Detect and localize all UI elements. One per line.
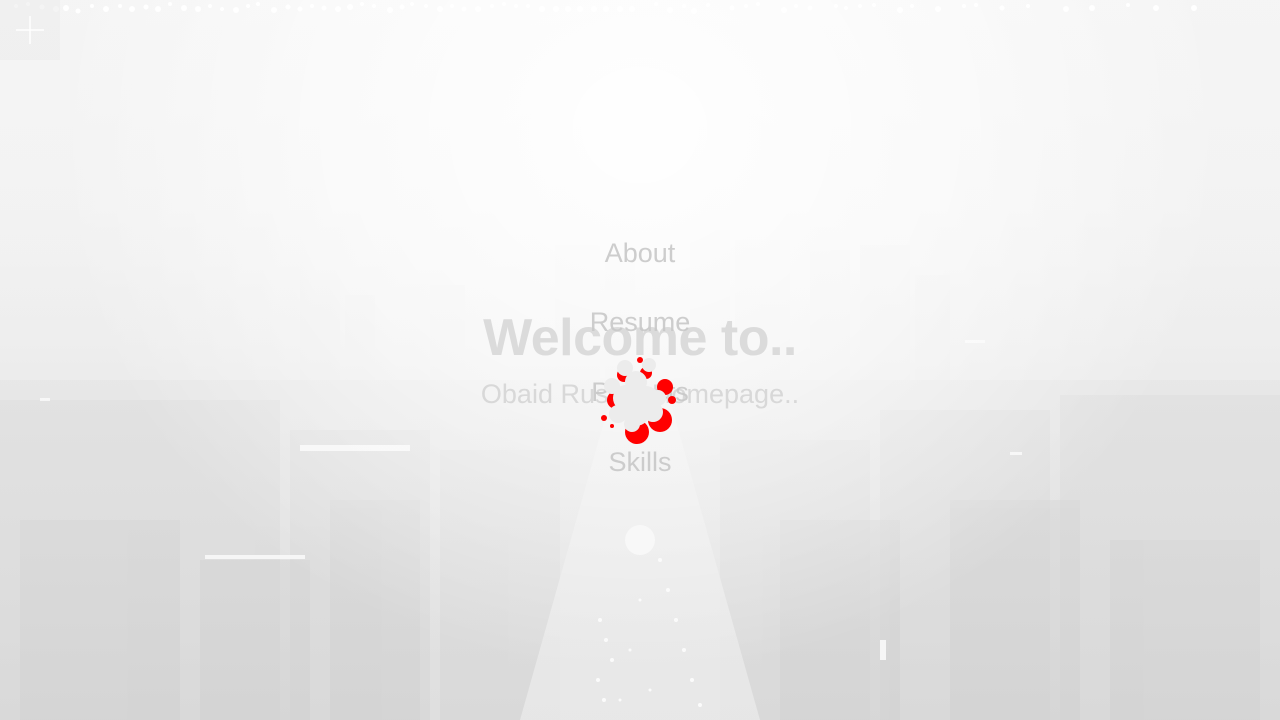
nav-item-about[interactable]: About [540,238,740,269]
snowflake-icon [14,2,1197,14]
menu-toggle-button[interactable] [0,0,60,60]
plus-icon [16,16,44,44]
loading-spinner-icon [601,357,676,444]
nav-item-resume[interactable]: Resume [540,307,740,338]
nav-item-skills[interactable]: Skills [540,447,740,478]
